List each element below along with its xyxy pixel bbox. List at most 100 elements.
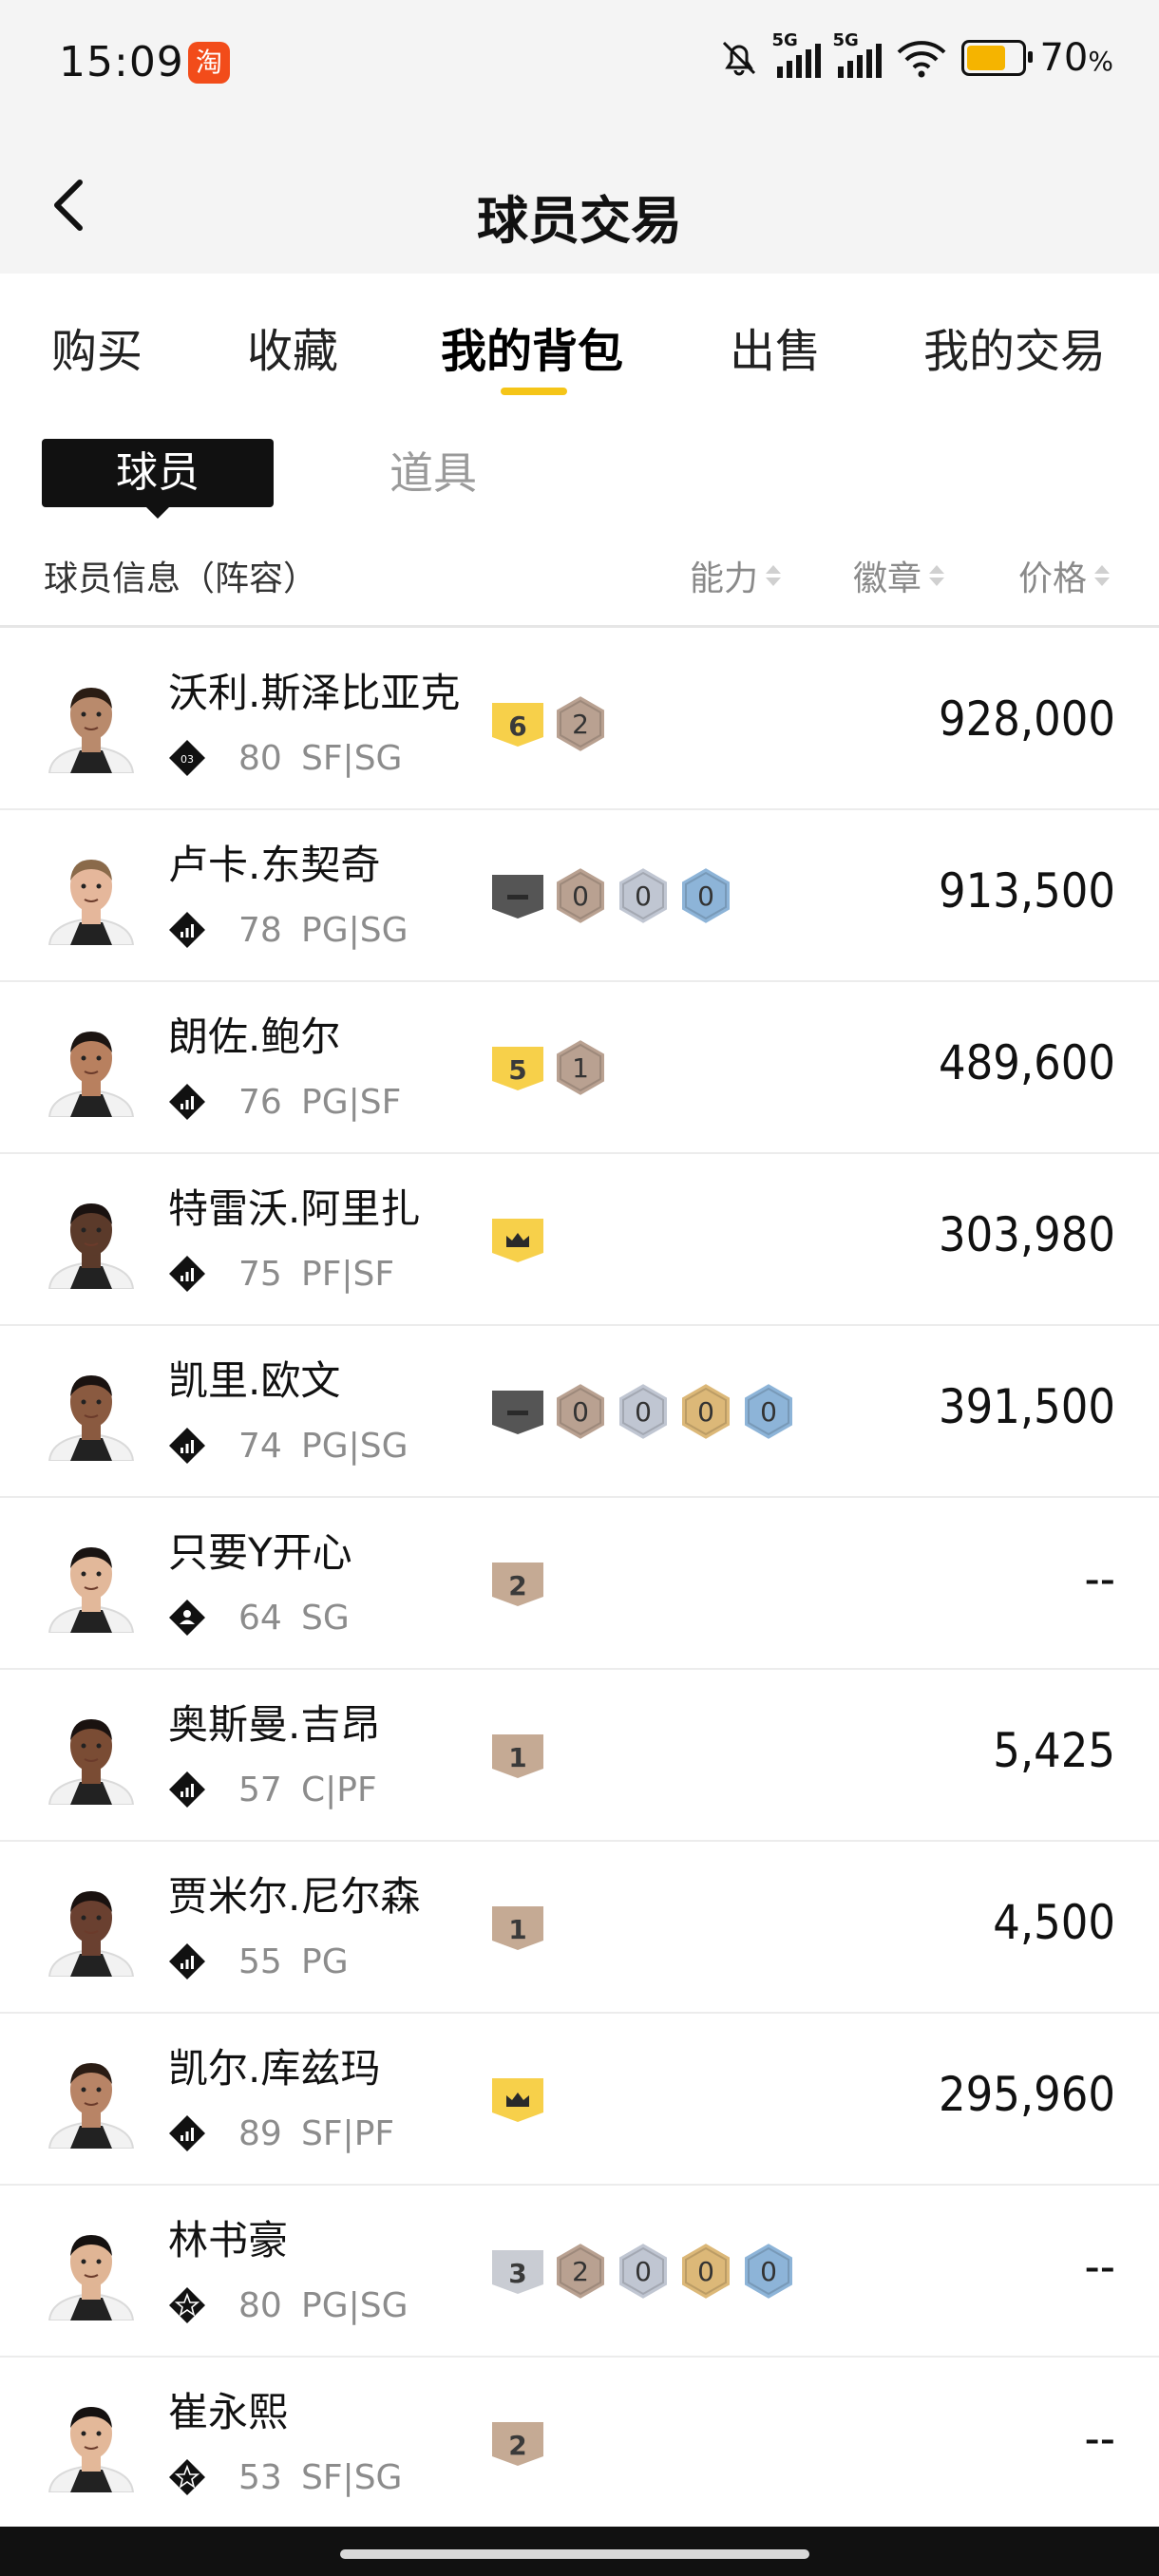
tab-sell[interactable]: 出售 — [730, 313, 821, 380]
player-row[interactable]: 凯尔.库兹玛 89 SF|PF 295,960 — [0, 2014, 1159, 2186]
badge-group: 1 — [490, 1727, 545, 1788]
player-row[interactable]: 只要Y开心 64 SG 2 -- — [0, 1498, 1159, 1670]
badge-hex-icon: 2 — [553, 693, 608, 758]
sort-price[interactable]: 价格 — [1018, 551, 1111, 600]
sort-arrows-icon — [929, 565, 945, 586]
cellular-signal-1-icon: 5G — [771, 30, 822, 78]
player-meta: 74 PG|SG — [168, 1425, 408, 1467]
player-price: 391,500 — [939, 1379, 1115, 1434]
player-name: 只要Y开心 — [168, 1529, 352, 1576]
star-rank-icon — [168, 2458, 206, 2496]
svg-text:03: 03 — [180, 753, 194, 766]
svg-text:0: 0 — [760, 1396, 777, 1428]
wifi-icon — [898, 41, 946, 78]
svg-text:0: 0 — [697, 2256, 714, 2287]
player-row[interactable]: 朗佐.鲍尔 76 PG|SF 5 1 489,600 — [0, 982, 1159, 1154]
player-position: SF|SG — [301, 2457, 403, 2497]
badge-hex-icon: 1 — [553, 1037, 608, 1102]
signal-rank-icon — [168, 911, 206, 949]
ability-tag-icon: 2 — [490, 2416, 545, 2473]
player-position: C|PF — [301, 1770, 377, 1809]
signal-rank-icon — [168, 1255, 206, 1293]
badge-group: 1 — [490, 1899, 545, 1960]
badge-group: 3 2 0 0 0 — [490, 2241, 796, 2305]
svg-text:2: 2 — [508, 1570, 526, 1601]
ability-tag-icon — [490, 1213, 545, 1270]
status-time: 15:09 — [59, 38, 184, 86]
player-avatar — [42, 1190, 141, 1289]
player-row[interactable]: 凯里.欧文 74 PG|SG 0 0 0 0 391,500 — [0, 1326, 1159, 1498]
player-avatar — [42, 1362, 141, 1461]
sort-ability[interactable]: 能力 — [690, 551, 782, 600]
player-row[interactable]: 特雷沃.阿里扎 75 PF|SF 303,980 — [0, 1154, 1159, 1326]
star-rank-icon — [168, 2286, 206, 2324]
tab-buy[interactable]: 购买 — [51, 313, 142, 380]
player-avatar — [42, 2222, 141, 2320]
player-name: 凯尔.库兹玛 — [168, 2045, 381, 2092]
player-name: 贾米尔.尼尔森 — [168, 1873, 421, 1920]
badge-group: 2 — [490, 2415, 545, 2475]
signal-rank-icon — [168, 1083, 206, 1121]
subtab-players[interactable]: 球员 — [42, 439, 274, 519]
player-row[interactable]: 卢卡.东契奇 78 PG|SG 0 0 0 913,500 — [0, 810, 1159, 982]
ability-tag-icon: 1 — [490, 1901, 545, 1958]
player-meta: 80 PG|SG — [168, 2284, 408, 2326]
player-avatar — [42, 1018, 141, 1117]
player-row[interactable]: 林书豪 80 PG|SG 3 2 0 0 0 -- — [0, 2186, 1159, 2358]
player-row[interactable]: 沃利.斯泽比亚克 03 80 SF|SG 6 2 928,000 — [0, 638, 1159, 810]
player-position: PG|SG — [301, 910, 408, 950]
player-meta: 53 SF|SG — [168, 2456, 402, 2498]
badge-hex-icon: 0 — [616, 865, 671, 930]
header: 球员交易 — [0, 133, 1159, 274]
diamond-rank-icon: 03 — [168, 739, 206, 777]
home-gesture-handle[interactable] — [340, 2549, 809, 2559]
ability-tag-icon — [490, 869, 545, 926]
player-avatar — [42, 2394, 141, 2492]
player-position: PG|SG — [301, 2285, 408, 2325]
svg-text:1: 1 — [572, 1052, 589, 1084]
player-name: 沃利.斯泽比亚克 — [168, 670, 461, 716]
player-rating: 55 — [238, 1941, 282, 1981]
active-tab-indicator — [501, 388, 567, 395]
player-position: PF|SF — [301, 1254, 395, 1294]
sort-badge[interactable]: 徽章 — [853, 551, 945, 600]
player-name: 林书豪 — [168, 2217, 289, 2263]
header-divider — [0, 625, 1159, 628]
ability-tag-icon: 3 — [490, 2245, 545, 2301]
player-rating: 74 — [238, 1426, 282, 1466]
sub-tabs: 球员 道具 — [0, 426, 1159, 521]
player-meta: 57 C|PF — [168, 1769, 377, 1810]
badge-group — [490, 1211, 545, 1272]
tab-bar: 购买 收藏 我的背包 出售 我的交易 — [0, 274, 1159, 407]
badge-hex-icon: 0 — [741, 1381, 796, 1446]
ability-tag-icon: 5 — [490, 1041, 545, 1098]
tab-favorites[interactable]: 收藏 — [247, 313, 338, 380]
badge-group: 0 0 0 0 — [490, 1381, 796, 1446]
person-rank-icon — [168, 1599, 206, 1637]
tab-my-backpack[interactable]: 我的背包 — [441, 313, 623, 380]
svg-text:0: 0 — [572, 881, 589, 912]
player-meta: 78 PG|SG — [168, 909, 408, 951]
badge-hex-icon: 0 — [741, 2241, 796, 2305]
player-rating: 76 — [238, 1082, 282, 1122]
badge-hex-icon: 0 — [553, 1381, 608, 1446]
player-meta: 75 PF|SF — [168, 1253, 394, 1295]
player-price: 303,980 — [939, 1207, 1115, 1262]
page-title: 球员交易 — [477, 191, 682, 251]
player-position: PG|SG — [301, 1426, 408, 1466]
player-row[interactable]: 贾米尔.尼尔森 55 PG 1 4,500 — [0, 1842, 1159, 2014]
player-rating: 89 — [238, 2113, 282, 2153]
badge-group: 2 — [490, 1555, 545, 1616]
player-rating: 75 — [238, 1254, 282, 1294]
player-row[interactable]: 崔永熙 53 SF|SG 2 -- — [0, 2358, 1159, 2529]
player-row[interactable]: 奥斯曼.吉昂 57 C|PF 1 5,425 — [0, 1670, 1159, 1842]
svg-text:0: 0 — [697, 1396, 714, 1428]
sort-arrows-icon — [1094, 565, 1111, 586]
player-name: 奥斯曼.吉昂 — [168, 1701, 381, 1748]
svg-text:0: 0 — [697, 881, 714, 912]
svg-text:0: 0 — [635, 2256, 652, 2287]
player-price: 5,425 — [993, 1723, 1115, 1778]
player-meta: 64 SG — [168, 1597, 350, 1638]
tab-my-trades[interactable]: 我的交易 — [923, 313, 1106, 380]
subtab-items[interactable]: 道具 — [390, 439, 477, 507]
